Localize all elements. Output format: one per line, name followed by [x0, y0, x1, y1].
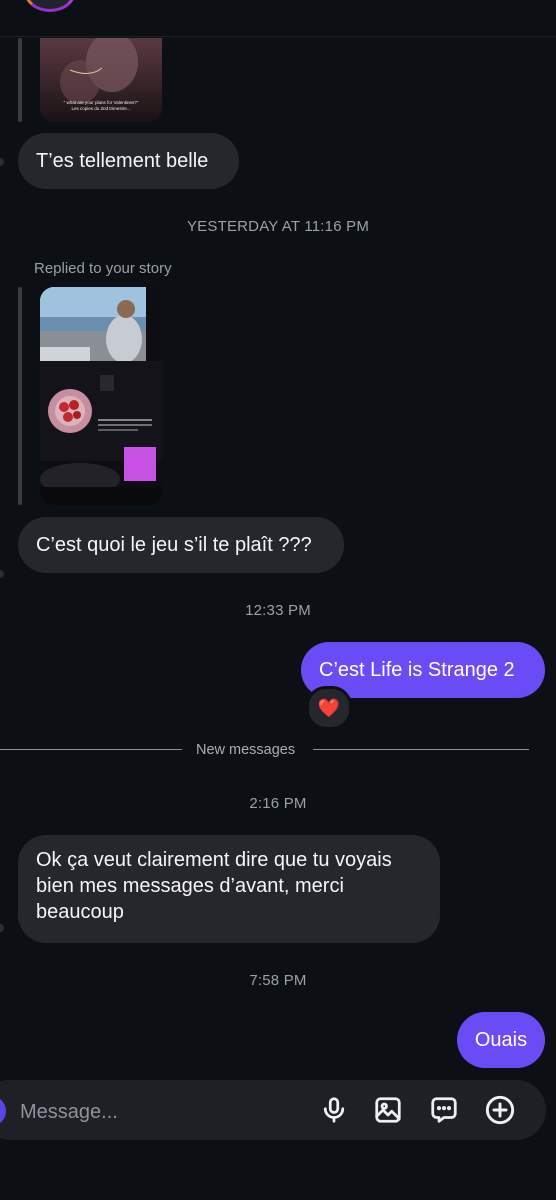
heart-reaction[interactable]: ❤️ [306, 686, 352, 730]
incoming-message[interactable]: T’es tellement belle [18, 133, 239, 189]
story-reply-bar [18, 38, 22, 122]
incoming-message[interactable]: C’est quoi le jeu s’il te plaît ??? [18, 517, 344, 573]
message-text: C’est Life is Strange 2 [319, 659, 515, 681]
sender-avatar [0, 570, 4, 578]
replied-to-story-label: Replied to your story [34, 260, 172, 277]
timestamp: 2:16 PM [249, 795, 307, 812]
new-messages-label: New messages [196, 742, 296, 758]
outgoing-message[interactable]: Ouais [457, 1012, 545, 1068]
timestamp: YESTERDAY AT 11:16 PM [186, 218, 370, 235]
gallery-icon[interactable] [372, 1094, 404, 1126]
message-text: Ok ça veut clairement dire que tu voyais… [36, 849, 392, 923]
profile-avatar[interactable] [24, 0, 76, 12]
message-text: C’est quoi le jeu s’il te plaît ??? [36, 534, 312, 556]
heart-icon: ❤️ [317, 697, 341, 718]
story-caption-line-2: Les copies du 2nd trimestre... [71, 106, 130, 111]
story-reply-bar [18, 287, 22, 505]
divider-left [0, 749, 182, 750]
sender-avatar [0, 158, 4, 166]
sender-avatar [0, 924, 4, 932]
add-icon[interactable] [484, 1094, 516, 1126]
microphone-icon[interactable] [318, 1094, 350, 1126]
message-input[interactable] [18, 1094, 302, 1130]
divider-right [313, 749, 529, 750]
message-text: Ouais [474, 1029, 528, 1051]
incoming-message[interactable]: Ok ça veut clairement dire que tu voyais… [18, 835, 440, 943]
header-divider [0, 36, 556, 37]
sticker-icon[interactable] [428, 1094, 460, 1126]
story-thumbnail[interactable]: " what are your plans for Valentines?" L… [40, 38, 162, 122]
story-caption-line-1: " what are your plans for Valentines?" [64, 100, 139, 105]
timestamp: 7:58 PM [249, 972, 307, 989]
story-thumbnail[interactable] [40, 287, 162, 505]
message-text: T’es tellement belle [36, 150, 209, 172]
timestamp: 12:33 PM [245, 602, 311, 619]
